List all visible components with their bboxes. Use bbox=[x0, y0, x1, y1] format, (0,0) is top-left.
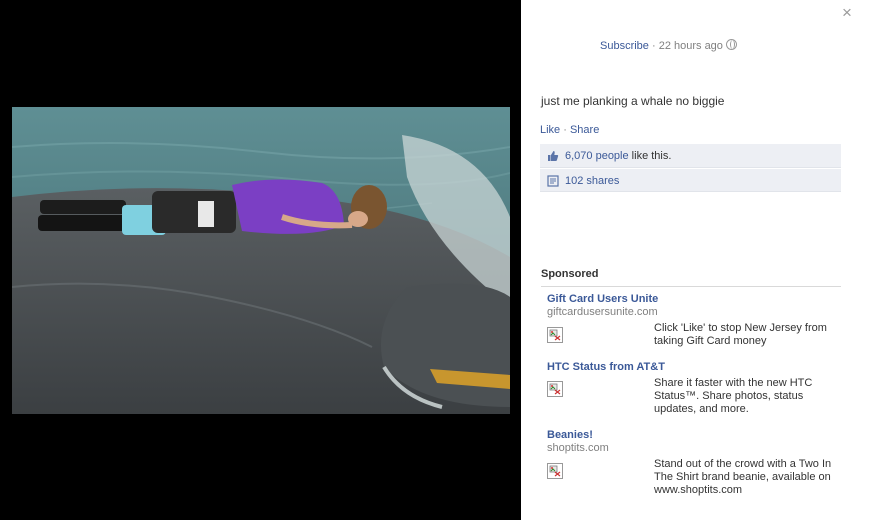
feedback-box: 6,070 people like this. 102 shares bbox=[540, 144, 841, 192]
like-link[interactable]: Like bbox=[540, 124, 560, 136]
broken-image-icon[interactable] bbox=[547, 327, 563, 343]
subscribe-link[interactable]: Subscribe bbox=[600, 40, 649, 52]
close-icon[interactable]: × bbox=[838, 4, 856, 22]
sponsored-heading: Sponsored bbox=[541, 268, 599, 280]
photo-stage bbox=[0, 0, 521, 520]
ad-domain: giftcardusersunite.com bbox=[547, 306, 658, 318]
photo[interactable] bbox=[12, 107, 510, 414]
likes-row: 6,070 people like this. bbox=[540, 144, 841, 168]
ad-title[interactable]: HTC Status from AT&T bbox=[547, 361, 841, 373]
ad-domain: shoptits.com bbox=[547, 442, 609, 454]
ad-item[interactable]: Beanies! shoptits.com Stand out of the c… bbox=[547, 429, 841, 496]
post-caption: just me planking a whale no biggie bbox=[541, 94, 725, 108]
globe-icon[interactable] bbox=[725, 39, 737, 50]
meta-separator: · bbox=[648, 40, 659, 52]
broken-image-icon[interactable] bbox=[547, 463, 563, 479]
ad-title[interactable]: Beanies! bbox=[547, 429, 841, 441]
shares-row: 102 shares bbox=[540, 168, 841, 192]
photo-viewer: × Subscribe · 22 hours ago just me plank… bbox=[0, 0, 872, 520]
post-meta: Subscribe · 22 hours ago bbox=[600, 39, 737, 52]
post-actions: Like · Share bbox=[540, 124, 599, 136]
thumbs-up-icon bbox=[548, 151, 559, 161]
ad-title[interactable]: Gift Card Users Unite bbox=[547, 293, 841, 305]
shares-icon bbox=[547, 175, 559, 187]
likes-count-link[interactable]: 6,070 people bbox=[565, 150, 629, 162]
timestamp[interactable]: 22 hours ago bbox=[659, 40, 723, 52]
likes-suffix: like this. bbox=[628, 150, 672, 162]
actions-separator: · bbox=[560, 124, 570, 136]
ad-body: Share it faster with the new HTC Status™… bbox=[654, 377, 813, 415]
photo-image bbox=[12, 107, 510, 414]
ad-body: Stand out of the crowd with a Two In The… bbox=[654, 458, 832, 496]
broken-image-icon[interactable] bbox=[547, 381, 563, 397]
post-sidebar: × Subscribe · 22 hours ago just me plank… bbox=[521, 0, 872, 520]
share-link[interactable]: Share bbox=[570, 124, 599, 136]
ad-item[interactable]: Gift Card Users Unite giftcardusersunite… bbox=[547, 293, 841, 347]
ad-item[interactable]: HTC Status from AT&T Share it faster wit… bbox=[547, 361, 841, 415]
ad-body: Click 'Like' to stop New Jersey from tak… bbox=[654, 322, 827, 347]
shares-count-link[interactable]: 102 shares bbox=[565, 175, 619, 187]
sponsored-divider bbox=[541, 286, 841, 287]
